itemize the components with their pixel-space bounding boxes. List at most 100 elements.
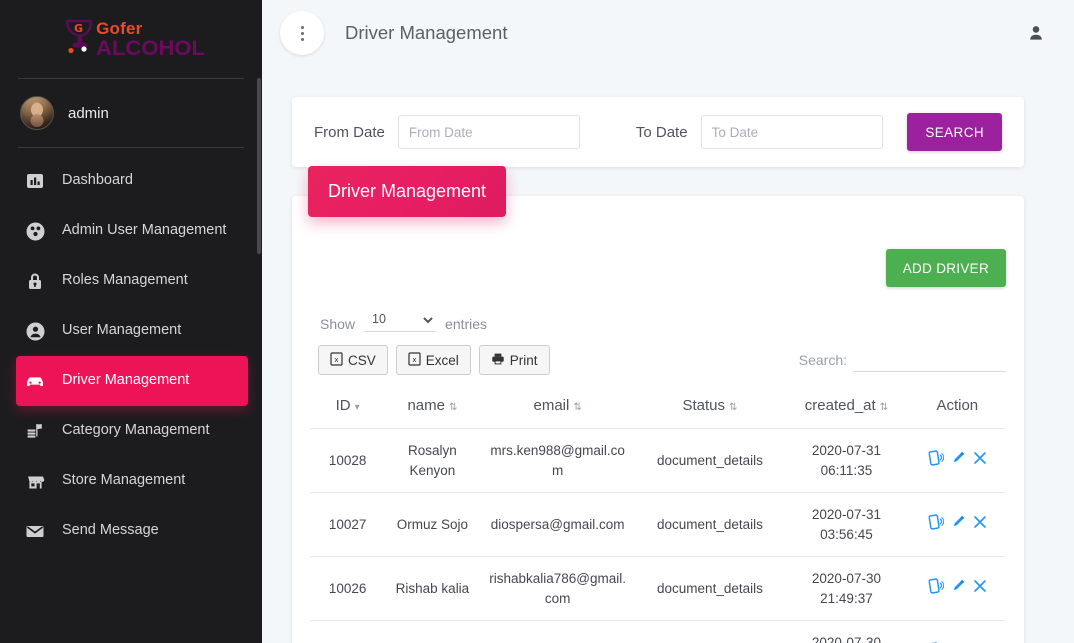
drivers-table: ID ▾ name ⇅ email ⇅ Status ⇅ created_at ⇅ <box>310 389 1006 643</box>
close-delete-icon[interactable] <box>973 451 987 471</box>
printer-icon <box>491 352 505 369</box>
created-time: 21:49:37 <box>820 590 873 606</box>
pencil-edit-icon[interactable] <box>951 450 966 472</box>
three-dots-vertical-icon[interactable] <box>280 11 324 55</box>
sidebar-nav: Dashboard Admin User Management Roles Ma… <box>0 148 262 556</box>
sidebar-item-driver-management[interactable]: Driver Management <box>16 356 248 406</box>
brand-name-top: Gofer <box>96 18 143 38</box>
search-input[interactable] <box>853 348 1006 372</box>
cell-name: Rishab kalia <box>385 556 480 621</box>
users-group-icon <box>24 220 46 242</box>
layers-flag-icon <box>24 420 46 442</box>
sort-both-icon: ⇅ <box>449 402 458 413</box>
file-excel-icon: x <box>408 351 421 369</box>
print-label: Print <box>509 352 538 368</box>
sidebar-item-label: Category Management <box>62 422 210 439</box>
column-header-label: email <box>533 397 570 414</box>
sidebar-item-label: Driver Management <box>62 372 190 389</box>
sidebar-item-label: Store Management <box>62 472 186 489</box>
table-row: 10028 Rosalyn Kenyon mrs.ken988@gmail.co… <box>310 427 1006 493</box>
cell-email: kassees1@yahoo.com <box>479 620 636 643</box>
sidebar-item-admin-user-management[interactable]: Admin User Management <box>0 206 262 256</box>
driver-table-card: Driver Management ADD DRIVER Show 10 25 … <box>292 166 1024 643</box>
table-head: ID ▾ name ⇅ email ⇅ Status ⇅ created_at ⇅ <box>310 389 1006 429</box>
search-label: Search: <box>798 352 847 368</box>
user-circle-icon <box>24 320 46 342</box>
mobile-vibrate-icon[interactable] <box>927 513 945 537</box>
sidebar-item-label: Send Message <box>62 522 159 539</box>
page-length-select[interactable]: 10 25 50 100 <box>364 309 437 332</box>
column-header-id[interactable]: ID ▾ <box>310 389 385 429</box>
avatar <box>20 96 54 130</box>
pencil-edit-icon[interactable] <box>951 514 966 536</box>
sidebar-item-label: Roles Management <box>62 272 188 289</box>
column-header-status[interactable]: Status ⇅ <box>636 389 785 429</box>
sidebar-item-user-management[interactable]: User Management <box>0 306 262 356</box>
brand-logo[interactable]: G Gofer ALCOHOL <box>0 0 262 78</box>
cell-id: 10026 <box>310 556 386 621</box>
export-excel-label: Excel <box>425 352 459 368</box>
column-header-label: name <box>407 397 445 414</box>
cell-created-at: 2020-07-31 03:56:45 <box>784 492 909 557</box>
column-header-label: Status <box>682 397 726 414</box>
mobile-vibrate-icon[interactable] <box>927 449 945 473</box>
add-driver-button[interactable]: ADD DRIVER <box>885 249 1006 287</box>
date-filter-card: From Date To Date SEARCH <box>292 97 1024 167</box>
page-title: Driver Management <box>345 22 508 43</box>
mobile-vibrate-icon[interactable] <box>927 577 945 601</box>
column-header-action: Action <box>909 389 1006 429</box>
file-excel-icon: x <box>330 351 343 369</box>
svg-text:x: x <box>412 356 416 364</box>
created-date: 2020-07-31 <box>811 507 881 523</box>
sidebar-item-label: User Management <box>62 322 182 339</box>
table-row: 10026 Rishab kalia rishabkalia786@gmail.… <box>310 556 1006 621</box>
cell-action <box>908 492 1006 557</box>
sidebar: G Gofer ALCOHOL admin Dashboard Admin Us… <box>0 0 262 643</box>
sidebar-item-send-message[interactable]: Send Message <box>0 506 262 556</box>
cell-action <box>908 556 1006 621</box>
cell-created-at: 2020-07-31 06:11:35 <box>784 427 909 493</box>
sort-desc-icon: ▾ <box>354 402 360 413</box>
cell-action <box>908 427 1006 493</box>
sidebar-user[interactable]: admin <box>0 79 262 147</box>
search-button[interactable]: SEARCH <box>907 113 1002 151</box>
column-header-created-at[interactable]: created_at ⇅ <box>784 389 908 429</box>
cell-action <box>908 620 1006 643</box>
pencil-edit-icon[interactable] <box>951 578 966 600</box>
column-header-label: Action <box>936 397 979 414</box>
to-date-input[interactable] <box>700 115 883 149</box>
person-icon[interactable] <box>1026 23 1046 43</box>
wine-glass-icon: G <box>62 17 96 61</box>
close-delete-icon[interactable] <box>973 579 987 599</box>
sidebar-item-dashboard[interactable]: Dashboard <box>0 156 262 206</box>
cell-id: 10025 <box>310 620 386 643</box>
column-header-name[interactable]: name ⇅ <box>385 389 479 429</box>
cell-status: document_details <box>635 556 785 621</box>
topbar: Driver Management <box>262 0 1074 66</box>
cell-created-at: 2020-07-30 21:49:37 <box>784 556 909 621</box>
chart-bar-icon <box>24 170 46 192</box>
export-csv-label: CSV <box>348 352 376 368</box>
print-button[interactable]: Print <box>478 345 550 375</box>
close-delete-icon[interactable] <box>973 515 987 535</box>
export-excel-button[interactable]: x Excel <box>395 345 471 375</box>
column-header-label: ID <box>335 397 351 414</box>
cell-email: diospersa@gmail.com <box>479 492 636 557</box>
sidebar-item-category-management[interactable]: Category Management <box>0 406 262 456</box>
card-title: Driver Management <box>308 166 507 217</box>
sidebar-item-store-management[interactable]: Store Management <box>0 456 262 506</box>
from-date-input[interactable] <box>397 115 580 149</box>
datatable-length-control: Show 10 25 50 100 entries <box>310 287 1006 332</box>
sidebar-scrollbar-thumb[interactable] <box>257 78 261 254</box>
cell-created-at: 2020-07-30 20:01:58 <box>784 620 909 643</box>
sidebar-item-label: Admin User Management <box>62 222 227 239</box>
export-csv-button[interactable]: x CSV <box>318 345 388 375</box>
datatable-toolbar: x CSV x Excel Print Search: <box>310 332 1006 375</box>
sort-both-icon: ⇅ <box>879 402 889 413</box>
sidebar-item-roles-management[interactable]: Roles Management <box>0 256 262 306</box>
lock-icon <box>24 270 46 292</box>
main-content: Driver Management From Date To Date SEAR… <box>262 0 1074 643</box>
sidebar-user-name: admin <box>68 104 109 122</box>
column-header-email[interactable]: email ⇅ <box>480 389 636 429</box>
cell-status: document_details <box>635 492 785 557</box>
